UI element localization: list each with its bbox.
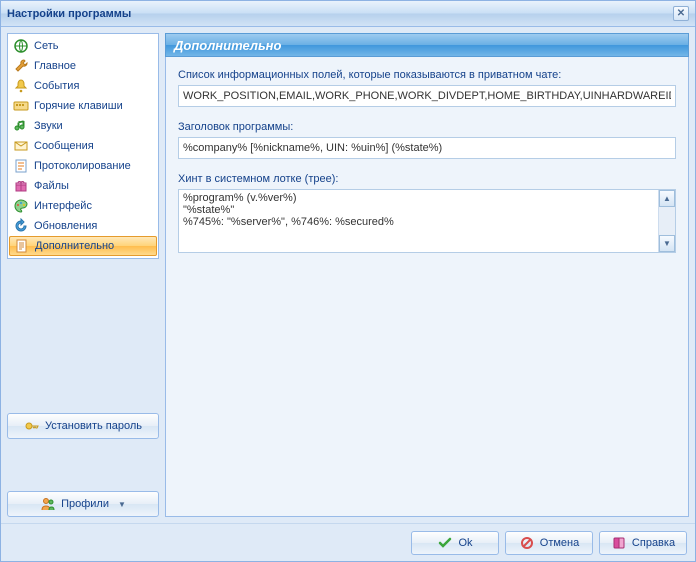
log-icon — [13, 158, 29, 174]
profiles-button[interactable]: Профили ▼ — [7, 491, 159, 517]
sidebar-item-label: Файлы — [34, 180, 69, 192]
sidebar-item-advanced[interactable]: Дополнительно — [9, 236, 157, 256]
keyboard-icon — [13, 98, 29, 114]
chevron-down-icon: ▼ — [118, 500, 126, 509]
help-button[interactable]: Справка — [599, 531, 687, 555]
titlebar: Настройки программы ✕ — [1, 1, 695, 27]
tray-hint-input[interactable] — [179, 190, 658, 252]
ok-button[interactable]: Ok — [411, 531, 499, 555]
window-body: Сеть Главное События — [1, 27, 695, 523]
sidebar-item-label: Главное — [34, 60, 76, 72]
program-title-label: Заголовок программы: — [178, 121, 676, 133]
sidebar-item-files[interactable]: Файлы — [8, 176, 158, 196]
scroll-up-button[interactable]: ▲ — [659, 190, 675, 207]
envelope-icon — [13, 138, 29, 154]
users-icon — [40, 496, 56, 512]
cancel-icon — [519, 535, 535, 551]
close-button[interactable]: ✕ — [673, 6, 689, 21]
info-fields-input[interactable] — [178, 85, 676, 107]
info-fields-label: Список информационных полей, которые пок… — [178, 69, 676, 81]
palette-icon — [13, 198, 29, 214]
sidebar-item-events[interactable]: События — [8, 76, 158, 96]
settings-window: Настройки программы ✕ Сеть Главное — [0, 0, 696, 562]
check-icon — [437, 535, 453, 551]
close-icon: ✕ — [677, 8, 685, 19]
sidebar-item-label: Обновления — [34, 220, 97, 232]
scroll-track[interactable] — [659, 207, 675, 235]
set-password-button[interactable]: Установить пароль — [7, 413, 159, 439]
sidebar-item-messages[interactable]: Сообщения — [8, 136, 158, 156]
profiles-label: Профили — [61, 498, 109, 510]
sidebar-item-label: Интерфейс — [34, 200, 92, 212]
key-icon — [24, 418, 40, 434]
sidebar-item-label: Горячие клавиши — [34, 100, 123, 112]
ok-label: Ok — [458, 537, 472, 549]
section-title: Дополнительно — [174, 38, 281, 53]
sidebar-item-network[interactable]: Сеть — [8, 36, 158, 56]
nav-panel: Сеть Главное События — [7, 33, 159, 259]
sidebar-item-main[interactable]: Главное — [8, 56, 158, 76]
section-body: Список информационных полей, которые пок… — [165, 57, 689, 517]
scroll-down-button[interactable]: ▼ — [659, 235, 675, 252]
cancel-button[interactable]: Отмена — [505, 531, 593, 555]
dialog-button-row: Ok Отмена Справка — [1, 523, 695, 561]
help-label: Справка — [632, 537, 675, 549]
document-icon — [14, 238, 30, 254]
window-title: Настройки программы — [7, 8, 131, 20]
sidebar-item-logging[interactable]: Протоколирование — [8, 156, 158, 176]
sidebar-item-updates[interactable]: Обновления — [8, 216, 158, 236]
globe-icon — [13, 38, 29, 54]
section-header: Дополнительно — [165, 33, 689, 57]
refresh-icon — [13, 218, 29, 234]
sidebar-item-sounds[interactable]: Звуки — [8, 116, 158, 136]
program-title-input[interactable] — [178, 137, 676, 159]
set-password-label: Установить пароль — [45, 420, 142, 432]
sidebar-item-label: Протоколирование — [34, 160, 131, 172]
sidebar-item-hotkeys[interactable]: Горячие клавиши — [8, 96, 158, 116]
sidebar-item-interface[interactable]: Интерфейс — [8, 196, 158, 216]
sidebar-item-label: Звуки — [34, 120, 63, 132]
gift-icon — [13, 178, 29, 194]
sidebar-item-label: Сеть — [34, 40, 58, 52]
music-icon — [13, 118, 29, 134]
scrollbar: ▲ ▼ — [658, 190, 675, 252]
sidebar-item-label: События — [34, 80, 79, 92]
content-panel: Дополнительно Список информационных поле… — [165, 33, 689, 517]
book-icon — [611, 535, 627, 551]
sidebar-item-label: Дополнительно — [35, 240, 114, 252]
sidebar-item-label: Сообщения — [34, 140, 94, 152]
cancel-label: Отмена — [540, 537, 579, 549]
wrench-icon — [13, 58, 29, 74]
bell-icon — [13, 78, 29, 94]
tray-hint-wrap: ▲ ▼ — [178, 189, 676, 253]
sidebar: Сеть Главное События — [7, 33, 159, 517]
tray-hint-label: Хинт в системном лотке (трее): — [178, 173, 676, 185]
